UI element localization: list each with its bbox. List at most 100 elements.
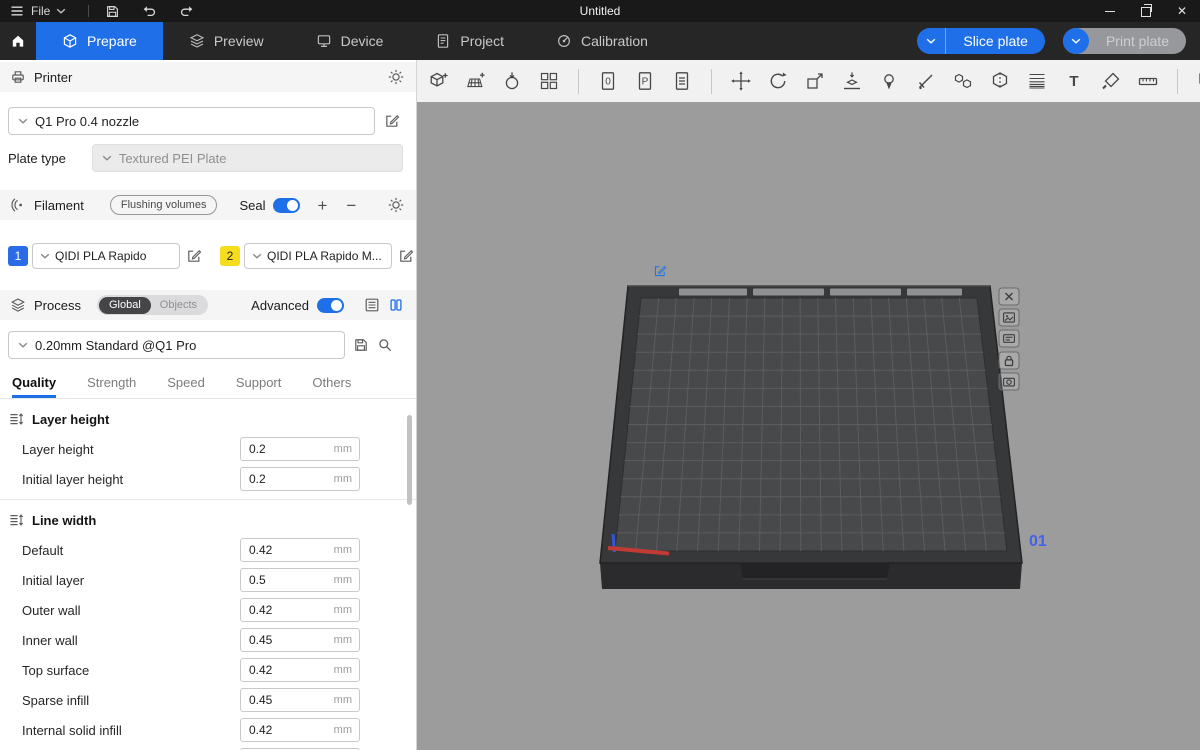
seal-toggle[interactable] [273,198,300,213]
move-tool[interactable] [729,69,753,93]
lock-plate-button[interactable] [999,352,1019,369]
minimize-button[interactable] [1092,0,1128,22]
remove-filament-button[interactable]: − [346,197,356,214]
redo-icon [179,4,194,19]
scale-tool[interactable] [803,69,827,93]
build-canvas[interactable]: 01 [417,102,1200,750]
advanced-toggle[interactable] [317,298,344,313]
tab-prepare[interactable]: Prepare [36,22,163,60]
cut-tool[interactable] [914,69,938,93]
plate-name-button[interactable] [999,330,1019,347]
arrange-tool[interactable] [537,69,561,93]
edit-filament-2-button[interactable] [398,248,414,264]
auto-orient-tool[interactable] [500,69,524,93]
seal-label: Seal [239,198,265,213]
viewport-3d[interactable]: 01 [417,60,1200,750]
edit-printer-button[interactable] [384,113,400,129]
tab-others[interactable]: Others [312,375,351,398]
sparse-infill-line-width-input[interactable]: 0.45 mm [240,688,360,712]
restore-button[interactable] [1128,0,1164,22]
plate-preset-tool[interactable] [633,69,657,93]
process-tabbar: Quality Strength Speed Support Others [0,368,416,398]
top-surface-line-width-input[interactable]: 0.42 mm [240,658,360,682]
divider [0,499,416,500]
tab-calibration[interactable]: Calibration [530,22,674,60]
sidebar-scrollbar[interactable] [407,415,412,505]
layer-height-input[interactable]: 0.2 mm [240,437,360,461]
undo-button[interactable] [142,4,157,19]
setting-row: Inner wall 0.45 mm [0,628,416,652]
tab-device[interactable]: Device [290,22,410,60]
tab-strength[interactable]: Strength [87,375,136,398]
filament-settings-button[interactable] [388,197,404,213]
paint-tool[interactable] [1099,69,1123,93]
initial-layer-height-input[interactable]: 0.2 mm [240,467,360,491]
inner-wall-line-width-input[interactable]: 0.45 mm [240,628,360,652]
tab-project[interactable]: Project [409,22,530,60]
edit-filament-1-button[interactable] [186,248,202,264]
add-plate-tool[interactable] [463,69,487,93]
add-object-tool[interactable] [426,69,450,93]
lay-flat-tool[interactable] [840,69,864,93]
add-filament-button[interactable]: + [317,197,327,214]
gear-icon [388,197,404,213]
filament-1-select[interactable]: QIDI PLA Rapido [32,243,180,269]
process-preset-select[interactable]: 0.20mm Standard @Q1 Pro [8,331,345,359]
default-line-width-input[interactable]: 0.42 mm [240,538,360,562]
initial-layer-line-width-input[interactable]: 0.5 mm [240,568,360,592]
tab-speed[interactable]: Speed [167,375,205,398]
outer-wall-line-width-input[interactable]: 0.42 mm [240,598,360,622]
printer-preset-select[interactable]: Q1 Pro 0.4 nozzle [8,107,375,135]
filament-2-badge[interactable]: 2 [220,246,240,266]
setting-label: Initial layer [22,573,84,588]
filament-1-badge[interactable]: 1 [8,246,28,266]
process-list-button[interactable] [364,297,380,313]
add-text-tool[interactable] [1062,69,1086,93]
seam-tool[interactable] [877,69,901,93]
plate-edit-icon[interactable] [655,266,665,275]
plate-clip [830,289,901,296]
scope-global-button[interactable]: Global [99,297,151,314]
measure-tool[interactable] [1136,69,1160,93]
redo-button[interactable] [179,4,194,19]
save-button[interactable] [105,4,120,19]
internal-solid-infill-line-width-input[interactable]: 0.42 mm [240,718,360,742]
build-plate[interactable]: 01 [417,102,1200,750]
plate-clip [907,289,962,296]
plate-list-tool[interactable] [670,69,694,93]
toolbar-divider [1177,69,1178,94]
tab-quality[interactable]: Quality [12,375,56,398]
slice-options-button[interactable] [917,28,946,54]
flushing-volumes-button[interactable]: Flushing volumes [110,195,218,215]
setting-row: Top surface 0.42 mm [0,658,416,682]
preview-icon [189,33,205,49]
setting-row: Outer wall 0.42 mm [0,598,416,622]
split-parts-tool[interactable] [988,69,1012,93]
plate-type-select[interactable]: Textured PEI Plate [92,144,403,172]
print-options-button[interactable] [1063,28,1089,54]
home-button[interactable] [0,22,36,60]
variable-layer-height-tool[interactable] [1025,69,1049,93]
plate-front-tool[interactable] [596,69,620,93]
process-compare-button[interactable] [388,297,404,313]
printer-settings-button[interactable] [388,69,404,85]
search-settings-button[interactable] [377,337,393,353]
save-preset-button[interactable] [353,337,369,353]
assembly-view-tool[interactable] [1195,69,1200,93]
filament-2-select[interactable]: QIDI PLA Rapido M... [244,243,392,269]
plate-logo-button[interactable] [999,309,1019,326]
tab-preview[interactable]: Preview [163,22,290,60]
scope-objects-button[interactable]: Objects [151,299,206,311]
tab-support[interactable]: Support [236,375,282,398]
plate-settings-button[interactable] [999,373,1019,390]
close-button[interactable]: ✕ [1164,0,1200,22]
add-object-icon [427,70,449,92]
app-window: Untitled File ✕ Prepare Preview [0,0,1200,750]
print-plate-button[interactable]: Print plate [1063,28,1186,54]
file-menu-button[interactable]: File [10,4,66,18]
slice-plate-button[interactable]: Slice plate [917,28,1045,54]
delete-plate-button[interactable] [999,288,1019,305]
split-objects-tool[interactable] [951,69,975,93]
rotate-tool[interactable] [766,69,790,93]
chevron-down-icon [1071,38,1081,44]
